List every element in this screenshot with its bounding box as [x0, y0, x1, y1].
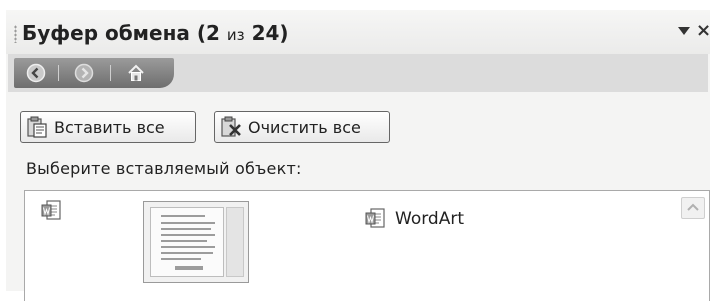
title-main: Буфер обмена (2 — [22, 21, 220, 45]
title-count: 24) — [251, 21, 289, 45]
clipboard-item-thumbnail[interactable] — [143, 201, 249, 283]
back-button[interactable] — [26, 63, 46, 83]
wordart-item-label[interactable]: WordArt — [395, 209, 464, 229]
thumbnail-side-panel — [226, 207, 244, 277]
arrow-right-icon — [74, 63, 94, 83]
dropdown-arrow-icon[interactable] — [678, 27, 690, 35]
paste-all-icon — [27, 116, 47, 138]
nav-separator — [110, 65, 111, 81]
task-pane-title-bar: Буфер обмена (2 из 24) × — [6, 10, 711, 54]
clear-all-icon — [221, 116, 241, 137]
title-of-word: из — [226, 26, 245, 44]
arrow-left-icon — [26, 63, 46, 83]
clipboard-items-list: WordArt — [24, 190, 710, 301]
paste-prompt-label: Выберите вставляемый объект: — [26, 159, 302, 178]
close-icon[interactable]: × — [696, 21, 711, 41]
nav-separator — [58, 65, 59, 81]
task-pane-title: Буфер обмена (2 из 24) — [22, 21, 289, 45]
chevron-up-icon — [687, 203, 699, 211]
thumbnail-page — [150, 207, 224, 277]
paste-all-button[interactable]: Вставить все — [20, 111, 196, 143]
home-button[interactable] — [126, 63, 146, 83]
scroll-up-button[interactable] — [681, 197, 705, 219]
clipboard-task-pane: Буфер обмена (2 из 24) × Вставить все Оч… — [6, 10, 711, 301]
forward-button[interactable] — [74, 63, 94, 83]
clear-all-button[interactable]: Очистить все — [214, 111, 390, 143]
word-document-icon[interactable] — [41, 199, 63, 223]
word-document-icon[interactable] — [365, 207, 387, 231]
navigation-toolbar — [8, 54, 708, 92]
home-icon — [128, 64, 144, 81]
navigation-button-group — [14, 58, 174, 88]
paste-all-label: Вставить все — [54, 117, 165, 137]
drag-grip-icon[interactable] — [14, 25, 17, 43]
clear-all-label: Очистить все — [248, 117, 361, 137]
